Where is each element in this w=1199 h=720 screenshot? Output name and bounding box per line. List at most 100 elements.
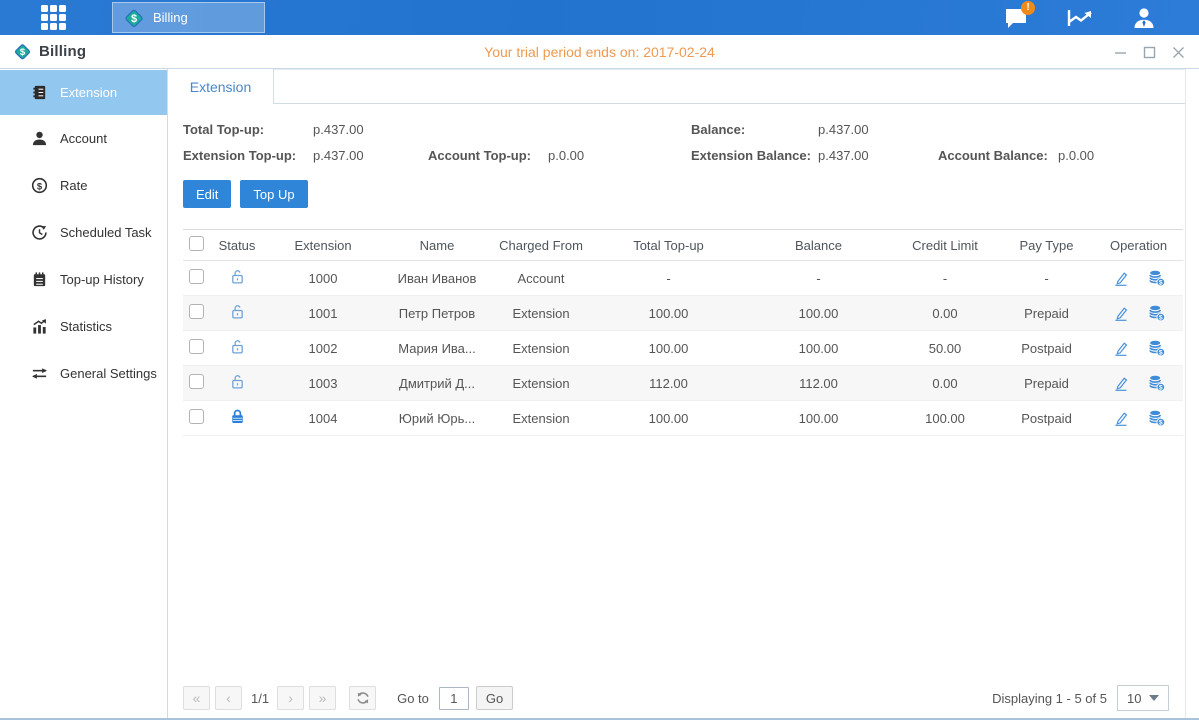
unlocked-icon [229, 373, 246, 390]
table-row: 1002 Мария Ива... Extension 100.00 100.0… [183, 331, 1183, 366]
pencil-icon [1112, 340, 1129, 357]
minimize-button[interactable] [1113, 45, 1127, 59]
statistics-button[interactable] [1063, 4, 1097, 32]
close-button[interactable] [1171, 45, 1185, 59]
sidebar: Extension Account $ Rate Scheduled Task [0, 69, 168, 718]
charged-from-cell: Extension [491, 306, 591, 321]
status-cell [211, 303, 263, 323]
edit-button[interactable]: Edit [183, 180, 231, 208]
col-balance: Balance [746, 238, 891, 253]
svg-text:$: $ [1158, 350, 1162, 357]
pencil-icon [1112, 305, 1129, 322]
sidebar-item-label: Scheduled Task [60, 225, 152, 240]
maximize-icon [1143, 46, 1156, 59]
sidebar-item-rate[interactable]: $ Rate [0, 162, 167, 209]
row-checkbox[interactable] [189, 269, 204, 284]
edit-row-button[interactable] [1112, 305, 1129, 322]
top-up-row-button[interactable]: $ [1147, 304, 1166, 322]
sidebar-item-statistics[interactable]: Statistics [0, 303, 167, 350]
credit-limit-cell: 0.00 [891, 376, 999, 391]
top-up-row-button[interactable]: $ [1147, 339, 1166, 357]
extension-table: Status Extension Name Charged From Total… [183, 229, 1183, 436]
select-all-checkbox[interactable] [189, 236, 204, 251]
name-cell: Дмитрий Д... [383, 376, 491, 391]
tab-extension[interactable]: Extension [168, 69, 274, 104]
sidebar-item-account[interactable]: Account [0, 115, 167, 162]
table-row: 1003 Дмитрий Д... Extension 112.00 112.0… [183, 366, 1183, 401]
goto-page-input[interactable] [439, 687, 469, 710]
app-window: $ Billing ! [0, 0, 1199, 720]
refresh-icon [356, 691, 370, 705]
main-panel: Extension Total Top-up: p.437.00 Balance… [168, 69, 1186, 718]
user-account-button[interactable] [1127, 4, 1161, 32]
prev-page-button[interactable]: ‹ [215, 686, 242, 710]
refresh-button[interactable] [349, 686, 376, 710]
coins-icon: $ [1147, 409, 1166, 427]
sidebar-item-label: Rate [60, 178, 87, 193]
status-cell [211, 268, 263, 288]
svg-text:$: $ [36, 181, 42, 192]
operation-cell: $ [1094, 269, 1183, 287]
unlocked-icon [229, 268, 246, 285]
total-topup-cell: 100.00 [591, 411, 746, 426]
col-charged-from: Charged From [491, 238, 591, 253]
table-header: Status Extension Name Charged From Total… [183, 229, 1183, 261]
sidebar-item-scheduled-task[interactable]: Scheduled Task [0, 209, 167, 256]
edit-row-button[interactable] [1112, 270, 1129, 287]
credit-limit-cell: - [891, 271, 999, 286]
row-checkbox[interactable] [189, 409, 204, 424]
top-up-row-button[interactable]: $ [1147, 374, 1166, 392]
topbar-tab-billing[interactable]: $ Billing [112, 2, 265, 33]
pay-type-cell: - [999, 271, 1094, 286]
coins-icon: $ [1147, 374, 1166, 392]
maximize-button[interactable] [1142, 45, 1156, 59]
dollar-circle-icon: $ [30, 177, 48, 195]
person-icon [1131, 5, 1157, 31]
right-gutter [1186, 69, 1199, 718]
sidebar-item-topup-history[interactable]: Top-up History [0, 256, 167, 303]
extension-cell: 1002 [263, 341, 383, 356]
balance-cell: 100.00 [746, 411, 891, 426]
row-checkbox[interactable] [189, 374, 204, 389]
top-up-row-button[interactable]: $ [1147, 269, 1166, 287]
edit-row-button[interactable] [1112, 340, 1129, 357]
line-chart-icon [1065, 6, 1095, 30]
top-up-button[interactable]: Top Up [240, 180, 307, 208]
col-status: Status [211, 238, 263, 253]
coins-icon: $ [1147, 304, 1166, 322]
col-pay-type: Pay Type [999, 238, 1094, 253]
sidebar-item-general-settings[interactable]: General Settings [0, 350, 167, 397]
edit-row-button[interactable] [1112, 410, 1129, 427]
displaying-text: Displaying 1 - 5 of 5 [992, 691, 1107, 706]
page-size-select[interactable]: 10 [1117, 685, 1169, 711]
page-info: 1/1 [251, 691, 269, 706]
next-page-button[interactable]: › [277, 686, 304, 710]
tab-strip: Extension [168, 69, 1185, 104]
balance-cell: - [746, 271, 891, 286]
sidebar-item-extension[interactable]: Extension [0, 70, 167, 115]
app-grid-icon[interactable] [37, 3, 69, 33]
last-page-button[interactable]: » [309, 686, 336, 710]
balance-cell: 112.00 [746, 376, 891, 391]
person-icon [30, 130, 48, 148]
messages-button[interactable]: ! [999, 4, 1033, 32]
charged-from-cell: Account [491, 271, 591, 286]
window-controls [1113, 35, 1185, 69]
total-topup-label: Total Top-up: [183, 122, 313, 137]
first-page-button[interactable]: « [183, 686, 210, 710]
col-operation: Operation [1094, 238, 1183, 253]
account-topup-value: p.0.00 [548, 148, 691, 163]
edit-row-button[interactable] [1112, 375, 1129, 392]
total-topup-cell: 100.00 [591, 306, 746, 321]
total-topup-value: p.437.00 [313, 122, 428, 137]
pagination-bar: « ‹ 1/1 › » Go to Go Displaying [183, 685, 1169, 711]
svg-text:$: $ [131, 13, 137, 25]
row-checkbox[interactable] [189, 339, 204, 354]
col-name: Name [383, 238, 491, 253]
pay-type-cell: Postpaid [999, 341, 1094, 356]
go-button[interactable]: Go [476, 686, 513, 710]
extension-topup-value: p.437.00 [313, 148, 428, 163]
row-checkbox[interactable] [189, 304, 204, 319]
unlocked-icon [229, 303, 246, 320]
top-up-row-button[interactable]: $ [1147, 409, 1166, 427]
